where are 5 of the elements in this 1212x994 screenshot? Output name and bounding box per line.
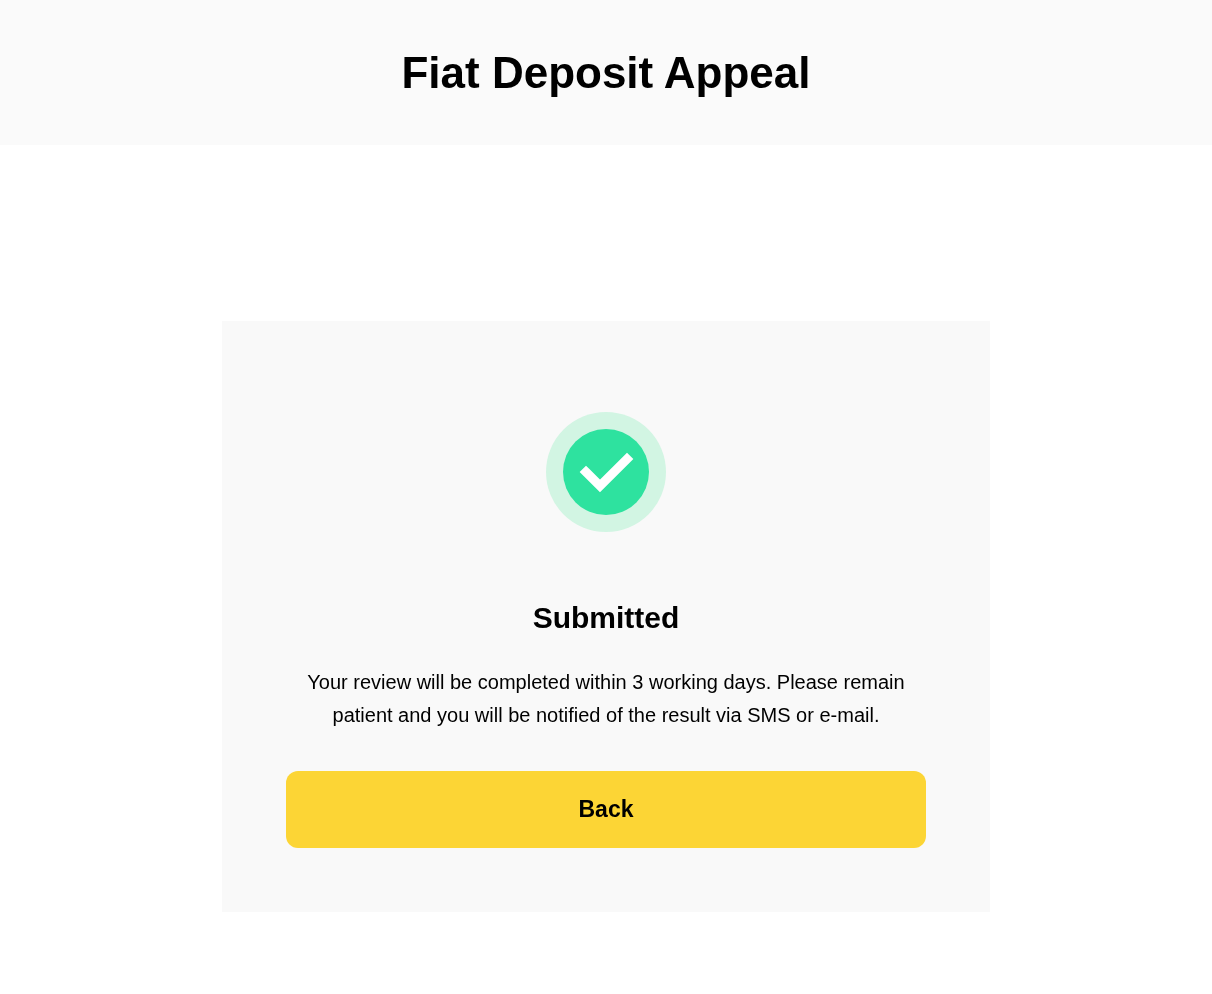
back-button[interactable]: Back (286, 771, 926, 848)
success-check-icon (546, 412, 666, 532)
status-message: Your review will be completed within 3 working days. Please remain patient and you will be notified of the result via SMS or e-mail. (306, 670, 906, 728)
page-title: Fiat Deposit Appeal (401, 46, 811, 99)
status-title: Submitted (532, 600, 680, 636)
